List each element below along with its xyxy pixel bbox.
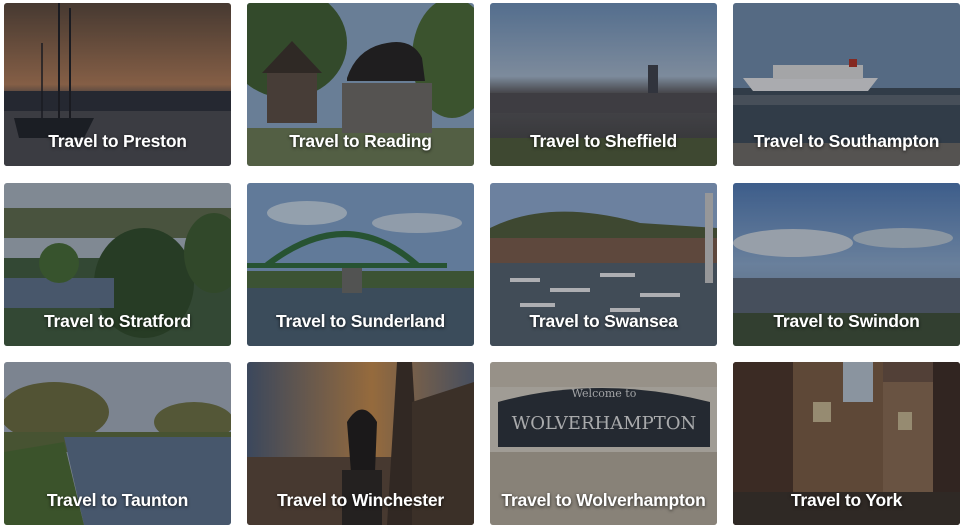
- destination-label: Travel to Winchester: [276, 490, 444, 510]
- destination-label: Travel to Wolverhampton: [501, 490, 706, 510]
- destination-label: Travel to Taunton: [46, 490, 189, 510]
- destination-card-swansea[interactable]: Travel to Swansea: [490, 183, 717, 346]
- destination-card-sunderland[interactable]: Travel to Sunderland: [247, 183, 474, 346]
- destination-card-stratford[interactable]: Travel to Stratford: [4, 183, 231, 346]
- destination-card-sheffield[interactable]: Travel to Sheffield: [490, 3, 717, 166]
- destination-label: Travel to Reading: [289, 131, 432, 151]
- destination-label: Travel to Swindon: [773, 311, 920, 331]
- destination-card-taunton[interactable]: Travel to Taunton: [4, 362, 231, 525]
- destination-card-reading[interactable]: Travel to Reading: [247, 3, 474, 166]
- destination-grid: Travel to Preston Travel to Reading Trav…: [0, 0, 966, 532]
- destination-card-swindon[interactable]: Travel to Swindon: [733, 183, 960, 346]
- destination-label: Travel to Preston: [48, 131, 187, 151]
- destination-label: Travel to Swansea: [529, 311, 678, 331]
- destination-label: Travel to Sunderland: [275, 311, 446, 331]
- destination-label: Travel to Sheffield: [530, 131, 677, 151]
- destination-label: Travel to York: [790, 490, 903, 510]
- destination-card-preston[interactable]: Travel to Preston: [4, 3, 231, 166]
- destination-card-york[interactable]: Travel to York: [733, 362, 960, 525]
- destination-label: Travel to Stratford: [44, 311, 191, 331]
- destination-label: Travel to Southampton: [753, 131, 940, 151]
- destination-card-winchester[interactable]: Travel to Winchester: [247, 362, 474, 525]
- destination-card-southampton[interactable]: Travel to Southampton: [733, 3, 960, 166]
- destination-card-wolverhampton[interactable]: Welcome to WOLVERHAMPTON Travel to Wolve…: [490, 362, 717, 525]
